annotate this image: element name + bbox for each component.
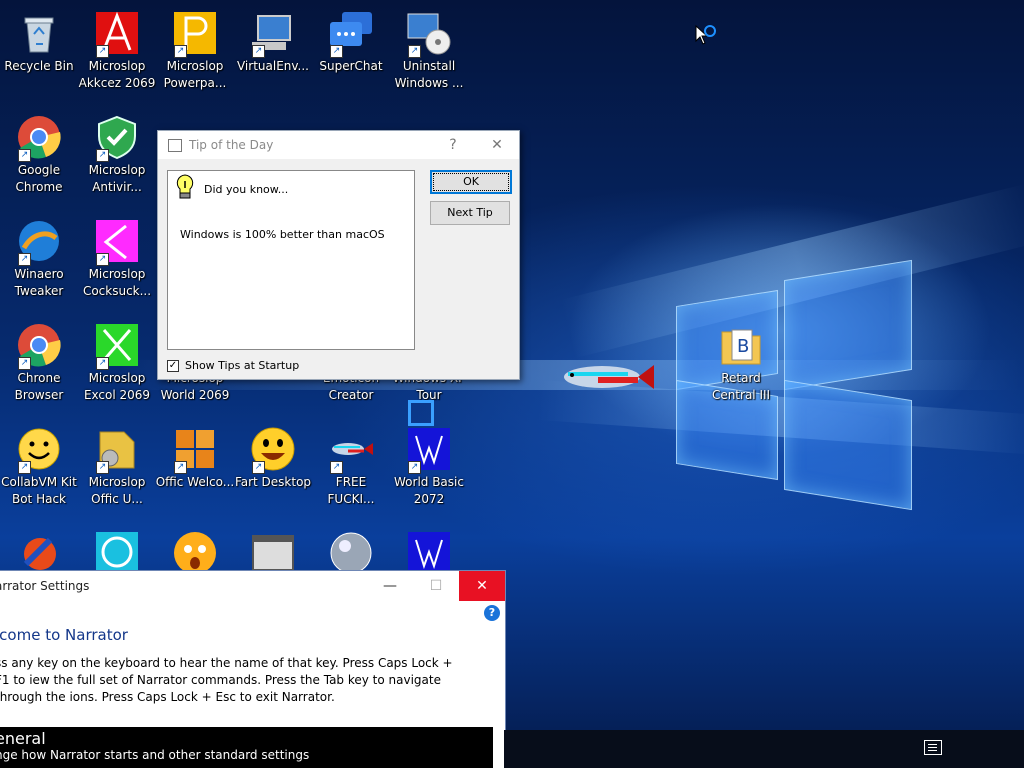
desktop-icon-office-update[interactable]: ↗ Microslop Offic U... — [77, 420, 157, 508]
shortcut-arrow-icon: ↗ — [18, 149, 31, 162]
fish-sprite[interactable] — [558, 360, 656, 394]
desktop-icon-label: Microslop Offic U... — [88, 475, 146, 506]
desktop-icon-label: Fart Desktop — [234, 475, 312, 489]
desktop-icon-collabvm[interactable]: ↗ CollabVM Kit Bot Hack — [0, 420, 79, 508]
desktop-icon-powerpoint[interactable]: ↗ Microslop Powerpa... — [155, 4, 235, 92]
desktop-icon-label: FREE FUCKI... — [327, 475, 375, 506]
narrator-titlebar[interactable]: arrator Settings — ☐ ✕ — [0, 571, 505, 601]
selection-box — [408, 400, 434, 426]
section-subtitle: nge how Narrator starts and other standa… — [0, 748, 310, 762]
desktop-icon-label: Retard Central III — [711, 371, 771, 402]
shortcut-arrow-icon: ↗ — [96, 45, 109, 58]
desktop-icon-winaero[interactable]: ↗ Winaero Tweaker — [0, 212, 79, 300]
shortcut-arrow-icon: ↗ — [330, 461, 343, 474]
shortcut-arrow-icon: ↗ — [18, 357, 31, 370]
desktop-icon-recycle-bin[interactable]: Recycle Bin — [0, 4, 79, 75]
desktop-icon-label: Google Chrome — [15, 163, 63, 194]
narrator-heading: lcome to Narrator — [0, 626, 128, 644]
desktop-icon-label: Chrone Browser — [14, 371, 64, 402]
tip-message: Windows is 100% better than macOS — [180, 228, 385, 241]
logo-pane-top-right — [784, 259, 912, 391]
desktop-icon-label: Offic Welco... — [155, 475, 235, 489]
checkbox-checked-icon[interactable]: ✓ — [167, 359, 179, 372]
desktop-icon-world-basic[interactable]: ↗ World Basic 2072 — [389, 420, 469, 508]
desktop-icon-label: Microslop Cocksuck... — [82, 267, 152, 298]
section-title: eneral — [0, 729, 46, 748]
desktop-icon-label: Microslop Akkcez 2069 — [78, 59, 156, 90]
desktop-icon-label: VirtualEnv... — [236, 59, 309, 73]
folder-icon: B — [721, 329, 761, 365]
shortcut-arrow-icon: ↗ — [18, 253, 31, 266]
show-tips-checkbox[interactable]: ✓ Show Tips at Startup — [167, 359, 299, 372]
dialog-titlebar[interactable]: Tip of the Day ? ✕ — [158, 131, 519, 159]
tip-panel: Did you know... Windows is 100% better t… — [167, 170, 415, 350]
desktop-icon-uninstall-windows[interactable]: ↗ Uninstall Windows ... — [389, 4, 469, 92]
narrator-settings-window[interactable]: arrator Settings — ☐ ✕ ? lcome to Narrat… — [0, 570, 506, 768]
desktop-icon-label: Microslop Excol 2069 — [83, 371, 151, 402]
next-tip-button[interactable]: Next Tip — [430, 201, 510, 225]
desktop-icon-free-fish[interactable]: ↗ FREE FUCKI... — [311, 420, 391, 508]
shortcut-arrow-icon: ↗ — [96, 357, 109, 370]
desktop-icon-superchat[interactable]: ↗ SuperChat — [311, 4, 391, 75]
desktop-icon-google-chrome[interactable]: ↗ Google Chrome — [0, 108, 79, 196]
desktop[interactable]: Recycle Bin ↗ Microslop Akkcez 2069 ↗ Mi… — [0, 0, 1024, 768]
lightbulb-icon — [176, 174, 194, 199]
desktop-icon-retard-central[interactable]: B Retard Central III — [701, 316, 781, 404]
shortcut-arrow-icon: ↗ — [408, 45, 421, 58]
dialog-window-icon — [168, 138, 182, 152]
desktop-icon-virtualenv[interactable]: ↗ VirtualEnv... — [233, 4, 313, 75]
dialog-title: Tip of the Day — [189, 138, 274, 152]
desktop-icon-label: Recycle Bin — [4, 59, 74, 73]
close-button[interactable]: ✕ — [475, 137, 519, 153]
svg-text:B: B — [737, 336, 749, 357]
window-title: arrator Settings — [0, 579, 90, 593]
shortcut-arrow-icon: ↗ — [96, 149, 109, 162]
tip-heading: Did you know... — [204, 183, 289, 196]
desktop-icon-akkcez[interactable]: ↗ Microslop Akkcez 2069 — [77, 4, 157, 92]
shortcut-arrow-icon: ↗ — [174, 45, 187, 58]
close-button[interactable]: ✕ — [459, 571, 505, 601]
shortcut-arrow-icon: ↗ — [252, 461, 265, 474]
show-tips-label: Show Tips at Startup — [185, 359, 300, 372]
shortcut-arrow-icon: ↗ — [96, 253, 109, 266]
desktop-icon-label: Microslop Powerpa... — [163, 59, 227, 90]
desktop-icon-antivirus[interactable]: ↗ Microslop Antivir... — [77, 108, 157, 196]
action-center-icon[interactable] — [924, 740, 942, 755]
desktop-icon-label: CollabVM Kit Bot Hack — [1, 475, 77, 506]
desktop-icon-label: Microslop Antivir... — [88, 163, 146, 194]
desktop-icon-pink-app[interactable]: ↗ Microslop Cocksuck... — [77, 212, 157, 300]
taskbar — [504, 730, 1024, 768]
general-settings-item[interactable]: eneral nge how Narrator starts and other… — [0, 727, 493, 768]
shortcut-arrow-icon: ↗ — [96, 461, 109, 474]
desktop-icon-excol[interactable]: ↗ Microslop Excol 2069 — [77, 316, 157, 404]
help-button[interactable]: ? — [431, 137, 475, 153]
recycle-bin-icon — [24, 17, 54, 53]
desktop-icon-label: World Basic 2072 — [394, 475, 464, 506]
help-icon[interactable]: ? — [484, 605, 500, 621]
narrator-instructions: ss any key on the keyboard to hear the n… — [0, 656, 453, 704]
shortcut-arrow-icon: ↗ — [330, 45, 343, 58]
ok-button[interactable]: OK — [430, 170, 512, 194]
shortcut-arrow-icon: ↗ — [18, 461, 31, 474]
shortcut-arrow-icon: ↗ — [252, 45, 265, 58]
shortcut-arrow-icon: ↗ — [174, 461, 187, 474]
tip-of-the-day-dialog[interactable]: Tip of the Day ? ✕ Did you know... Windo… — [157, 130, 520, 380]
logo-pane-bottom-right — [784, 379, 912, 511]
maximize-button[interactable]: ☐ — [413, 571, 459, 601]
desktop-icon-label: Winaero Tweaker — [14, 267, 64, 298]
desktop-icon-chrone-browser[interactable]: ↗ Chrone Browser — [0, 316, 79, 404]
desktop-icon-label: Uninstall Windows ... — [394, 59, 464, 90]
desktop-icon-label: SuperChat — [319, 59, 383, 73]
busy-cursor-icon — [695, 25, 716, 45]
minimize-button[interactable]: — — [367, 571, 413, 601]
desktop-icon-office-welcome[interactable]: ↗ Offic Welco... — [155, 420, 235, 491]
desktop-icon-fart-desktop[interactable]: ↗ Fart Desktop — [233, 420, 313, 491]
shortcut-arrow-icon: ↗ — [408, 461, 421, 474]
